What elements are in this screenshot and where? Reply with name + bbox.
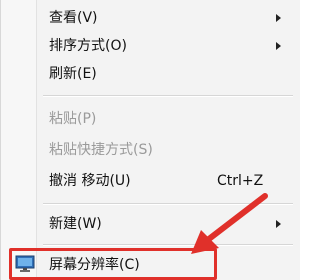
menu-separator xyxy=(43,203,293,205)
highlight-box xyxy=(9,248,217,280)
menu-item-undo-move-label: 撤消 移动(U) xyxy=(49,173,131,189)
menu-item-sort-label: 排序方式(O) xyxy=(49,38,127,54)
menu-item-paste-shortcut[interactable]: 粘贴快捷方式(S) xyxy=(1,136,301,164)
menu-item-undo-move[interactable]: 撤消 移动(U) Ctrl+Z xyxy=(1,167,301,195)
menu-item-view-label: 查看(V) xyxy=(49,10,98,26)
menu-item-refresh[interactable]: 刷新(E) xyxy=(1,60,301,88)
menu-item-undo-shortcut: Ctrl+Z xyxy=(217,173,264,189)
menu-item-sort[interactable]: 排序方式(O) xyxy=(1,32,301,60)
chevron-right-icon xyxy=(276,220,281,228)
chevron-right-icon xyxy=(276,42,281,50)
menu-item-paste-label: 粘贴(P) xyxy=(49,111,97,127)
menu-separator xyxy=(43,95,293,97)
menu-item-view[interactable]: 查看(V) xyxy=(1,4,301,32)
desktop-context-menu: 查看(V) 排序方式(O) 刷新(E) 粘贴(P) 粘贴快捷方式(S) 撤消 移… xyxy=(0,0,300,280)
chevron-right-icon xyxy=(276,14,281,22)
menu-item-new[interactable]: 新建(W) xyxy=(1,210,301,238)
menu-item-paste[interactable]: 粘贴(P) xyxy=(1,105,301,133)
menu-item-paste-shortcut-label: 粘贴快捷方式(S) xyxy=(49,142,153,158)
menu-separator xyxy=(43,244,293,246)
menu-item-refresh-label: 刷新(E) xyxy=(49,66,97,82)
menu-item-new-label: 新建(W) xyxy=(49,216,102,232)
